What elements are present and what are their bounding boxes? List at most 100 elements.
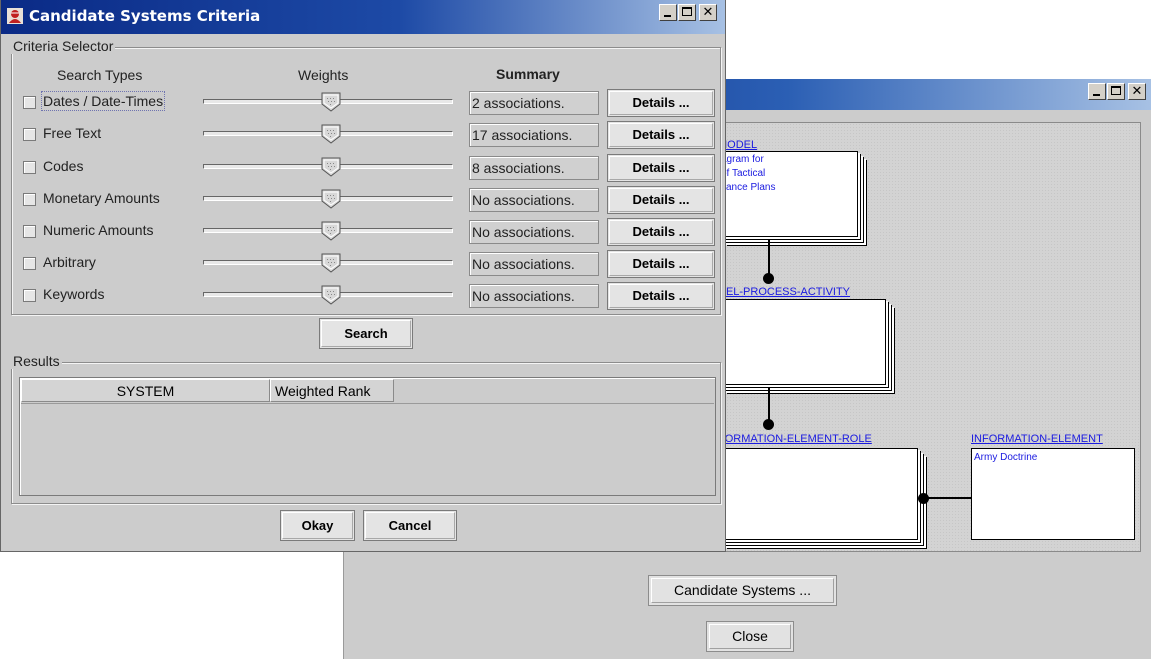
close-icon: ✕ bbox=[702, 5, 714, 20]
weights-header: Weights bbox=[298, 67, 349, 83]
entity-box-model[interactable]: agram for of Tactical sance Plans bbox=[718, 151, 858, 237]
maximize-button[interactable] bbox=[678, 4, 696, 21]
entity-box-process-activity[interactable] bbox=[718, 299, 886, 385]
search-type-label[interactable]: Monetary Amounts bbox=[43, 190, 160, 206]
results-label: Results bbox=[11, 353, 62, 369]
title-bar[interactable]: Candidate Systems Criteria ✕ bbox=[1, 0, 725, 34]
weight-slider[interactable] bbox=[203, 285, 453, 305]
details-button-label: Details ... bbox=[632, 224, 690, 239]
slider-thumb[interactable] bbox=[321, 285, 341, 305]
search-type-checkbox[interactable] bbox=[23, 225, 36, 238]
summary-field: No associations. bbox=[469, 220, 599, 244]
relationship-dot bbox=[918, 493, 929, 504]
search-type-checkbox[interactable] bbox=[23, 161, 36, 174]
entity-label-process-activity[interactable]: DEL-PROCESS-ACTIVITY bbox=[718, 286, 850, 298]
summary-header: Summary bbox=[496, 66, 560, 82]
search-type-checkbox[interactable] bbox=[23, 257, 36, 270]
relationship-line bbox=[927, 497, 971, 499]
maximize-icon bbox=[1111, 86, 1121, 95]
criteria-row: Numeric Amounts No associations. Details .… bbox=[23, 218, 723, 246]
search-type-label[interactable]: Codes bbox=[43, 158, 83, 174]
details-button[interactable]: Details ... bbox=[607, 218, 715, 246]
slider-thumb[interactable] bbox=[321, 124, 341, 144]
summary-field: No associations. bbox=[469, 252, 599, 276]
okay-button[interactable]: Okay bbox=[280, 510, 355, 541]
close-button[interactable]: ✕ bbox=[1128, 83, 1146, 100]
cancel-button[interactable]: Cancel bbox=[363, 510, 457, 541]
summary-field: No associations. bbox=[469, 188, 599, 212]
summary-field: 8 associations. bbox=[469, 156, 599, 180]
entity-label-information-element[interactable]: INFORMATION-ELEMENT bbox=[971, 433, 1103, 445]
weight-slider[interactable] bbox=[203, 92, 453, 112]
search-type-checkbox[interactable] bbox=[23, 193, 36, 206]
search-type-label[interactable]: Keywords bbox=[43, 286, 104, 302]
details-button[interactable]: Details ... bbox=[607, 186, 715, 214]
entity-text-line: agram for bbox=[721, 154, 764, 165]
minimize-button[interactable] bbox=[659, 4, 677, 21]
close-button[interactable]: ✕ bbox=[699, 4, 717, 21]
entity-label-element-role[interactable]: FORMATION-ELEMENT-ROLE bbox=[718, 433, 872, 445]
details-button[interactable]: Details ... bbox=[607, 121, 715, 149]
weight-slider[interactable] bbox=[203, 253, 453, 273]
criteria-row: Codes 8 associations. Details ... bbox=[23, 154, 723, 182]
entity-text-line: Army Doctrine bbox=[974, 452, 1038, 463]
minimize-button[interactable] bbox=[1088, 83, 1106, 100]
weight-slider[interactable] bbox=[203, 157, 453, 177]
summary-field: 17 associations. bbox=[469, 123, 599, 147]
summary-field: 2 associations. bbox=[469, 91, 599, 115]
details-button[interactable]: Details ... bbox=[607, 154, 715, 182]
slider-thumb[interactable] bbox=[321, 221, 341, 241]
details-button[interactable]: Details ... bbox=[607, 89, 715, 117]
details-button-label: Details ... bbox=[632, 127, 690, 142]
app-icon bbox=[7, 8, 23, 24]
minimize-icon bbox=[1093, 94, 1100, 96]
criteria-row: Monetary Amounts No associations. Details … bbox=[23, 186, 723, 214]
criteria-row: Free Text 17 associations. Details ... bbox=[23, 121, 723, 149]
minimize-icon bbox=[664, 15, 671, 17]
maximize-button[interactable] bbox=[1107, 83, 1125, 100]
search-button[interactable]: Search bbox=[319, 318, 413, 349]
search-types-header: Search Types bbox=[57, 67, 143, 83]
column-header-system[interactable]: SYSTEM bbox=[21, 379, 270, 402]
slider-thumb[interactable] bbox=[321, 189, 341, 209]
search-type-label[interactable]: Dates / Date-Times bbox=[40, 91, 166, 111]
details-button[interactable]: Details ... bbox=[607, 250, 715, 278]
results-table-body[interactable] bbox=[21, 403, 714, 494]
maximize-icon bbox=[682, 7, 692, 16]
details-button-label: Details ... bbox=[632, 192, 690, 207]
search-type-label[interactable]: Free Text bbox=[43, 125, 101, 141]
details-button-label: Details ... bbox=[632, 160, 690, 175]
close-window-button[interactable]: Close bbox=[706, 621, 794, 652]
criteria-row: Arbitrary No associations. Details ... bbox=[23, 250, 723, 278]
relationship-dot bbox=[763, 273, 774, 284]
entity-box-element-role[interactable] bbox=[718, 448, 918, 540]
search-type-label[interactable]: Arbitrary bbox=[43, 254, 96, 270]
details-button-label: Details ... bbox=[632, 288, 690, 303]
relationship-dot bbox=[763, 419, 774, 430]
search-type-checkbox[interactable] bbox=[23, 128, 36, 141]
summary-field: No associations. bbox=[469, 284, 599, 308]
weight-slider[interactable] bbox=[203, 221, 453, 241]
criteria-selector-label: Criteria Selector bbox=[11, 38, 116, 54]
column-header-weighted-rank[interactable]: Weighted Rank bbox=[270, 379, 394, 402]
entity-text-line: sance Plans bbox=[721, 182, 776, 193]
entity-box-information-element[interactable]: Army Doctrine bbox=[971, 448, 1135, 540]
weight-slider[interactable] bbox=[203, 189, 453, 209]
slider-thumb[interactable] bbox=[321, 253, 341, 273]
search-type-checkbox[interactable] bbox=[23, 289, 36, 302]
dialog-title: Candidate Systems Criteria bbox=[29, 7, 261, 25]
criteria-row: Dates / Date-Times 2 associations. Details… bbox=[23, 89, 723, 117]
details-button[interactable]: Details ... bbox=[607, 282, 715, 310]
weight-slider[interactable] bbox=[203, 124, 453, 144]
search-type-checkbox[interactable] bbox=[23, 96, 36, 109]
details-button-label: Details ... bbox=[632, 256, 690, 271]
slider-thumb[interactable] bbox=[321, 157, 341, 177]
slider-thumb[interactable] bbox=[321, 92, 341, 112]
results-table[interactable]: SYSTEM Weighted Rank bbox=[19, 377, 716, 496]
details-button-label: Details ... bbox=[632, 95, 690, 110]
candidate-systems-criteria-dialog: Candidate Systems Criteria ✕ Criteria Se… bbox=[0, 0, 726, 552]
search-type-label[interactable]: Numeric Amounts bbox=[43, 222, 153, 238]
close-icon: ✕ bbox=[1131, 84, 1143, 99]
criteria-row: Keywords No associations. Details ... bbox=[23, 282, 723, 310]
candidate-systems-button[interactable]: Candidate Systems ... bbox=[648, 575, 837, 606]
